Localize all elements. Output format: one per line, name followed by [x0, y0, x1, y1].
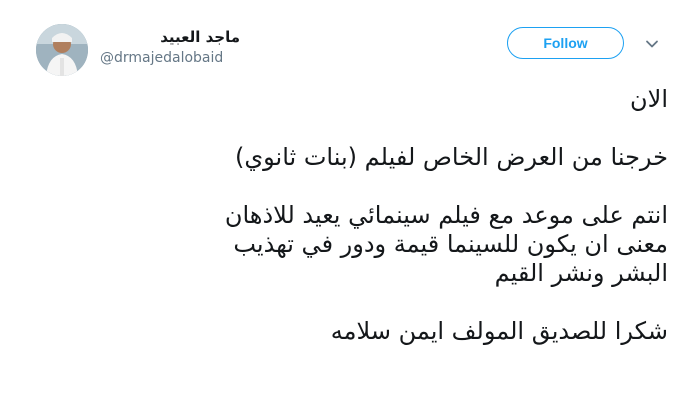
tweet-paragraph: الان — [28, 85, 668, 114]
avatar[interactable] — [36, 24, 88, 76]
tweet-line: البشر ونشر القيم — [494, 259, 668, 287]
user-handle[interactable]: @drmajedalobaid — [100, 50, 223, 66]
tweet-line: شكرا للصديق المولف ايمن سلامه — [330, 317, 668, 345]
tweet-paragraph: خرجنا من العرض الخاص لفيلم (بنات ثانوي) — [28, 143, 668, 172]
tweet-header: ماجد العبيد @drmajedalobaid Follow — [0, 10, 700, 80]
tweet-paragraph: شكرا للصديق المولف ايمن سلامه — [28, 317, 668, 346]
tweet-text: الان خرجنا من العرض الخاص لفيلم (بنات ثا… — [28, 85, 668, 375]
tweet-line: انتم على موعد مع فيلم سينمائي يعيد للاذه… — [224, 201, 668, 229]
display-name[interactable]: ماجد العبيد — [100, 28, 240, 46]
tweet-line: الان — [630, 85, 668, 113]
tweet-line: خرجنا من العرض الخاص لفيلم (بنات ثانوي) — [234, 143, 668, 171]
tweet-card: ماجد العبيد @drmajedalobaid Follow الان … — [0, 0, 700, 413]
chevron-down-icon[interactable] — [644, 36, 660, 52]
tweet-paragraph: انتم على موعد مع فيلم سينمائي يعيد للاذه… — [28, 201, 668, 288]
follow-button[interactable]: Follow — [507, 27, 624, 59]
tweet-line: معنى ان يكون للسينما قيمة ودور في تهذيب — [233, 230, 668, 258]
